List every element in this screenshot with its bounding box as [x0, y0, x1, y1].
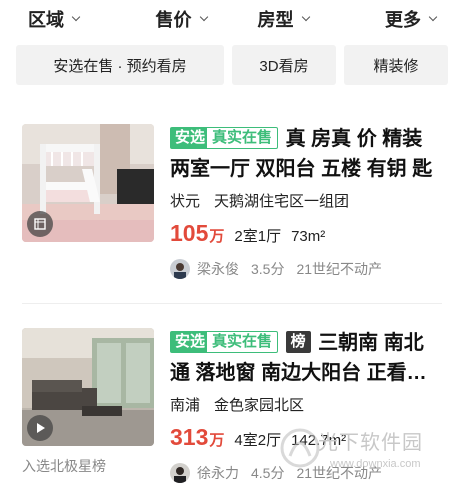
- filter-layout[interactable]: 房型: [232, 0, 334, 38]
- listing-info: 安选 真实在售 真 房真 价 精装 两室一厅 双阳台 五楼 有钥 匙 状元 天鹅湖住…: [170, 124, 445, 282]
- listing-price-row: 105 万 2室1厅 73m²: [170, 220, 445, 250]
- listing-title: 安选 真实在售 榜 三朝南 南北 通 落地窗 南边大阳台 正看…: [170, 328, 445, 388]
- listing-district: 状元: [170, 193, 201, 210]
- filter-area[interactable]: 区域: [0, 0, 130, 38]
- listing-community: 金色家园北区: [214, 397, 305, 414]
- filter-more[interactable]: 更多: [334, 0, 464, 38]
- quick-tag-3d[interactable]: 3D看房: [232, 45, 336, 85]
- filter-price-label: 售价: [155, 10, 192, 30]
- listing-price-unit: 万: [209, 432, 225, 449]
- play-icon[interactable]: [27, 415, 53, 441]
- badge-anxuan: 安选: [170, 127, 211, 149]
- avatar[interactable]: [170, 463, 190, 483]
- chevron-down-icon: [71, 12, 81, 21]
- chevron-down-icon: [301, 12, 310, 21]
- filter-bar: 区域 售价 房型 更多: [0, 0, 464, 38]
- listing-photo[interactable]: [22, 124, 154, 242]
- filter-more-label: 更多: [385, 10, 421, 30]
- filter-area-label: 区域: [28, 10, 64, 30]
- listing-photo[interactable]: [22, 328, 154, 446]
- agent-company: 21世纪不动产: [296, 261, 383, 277]
- listing-rooms: 2室1厅: [234, 228, 282, 245]
- listing-community: 天鹅湖住宅区一组团: [214, 193, 350, 210]
- quick-tag-anxuan[interactable]: 安选在售 · 预约看房: [16, 45, 224, 85]
- listing-price: 313: [170, 424, 209, 450]
- listing-district: 南浦: [170, 397, 201, 414]
- rank-note: 入选北极星榜: [22, 458, 106, 474]
- listing-location: 南浦 金色家园北区: [170, 394, 445, 416]
- listing-area: 73m²: [291, 228, 326, 245]
- agent-name: 徐永力: [197, 465, 239, 481]
- badge-rank: 榜: [285, 331, 311, 353]
- badge-anxuan: 安选: [170, 331, 211, 353]
- agent-score: 3.5分: [251, 261, 285, 277]
- chevron-down-icon: [428, 12, 438, 21]
- badge-real-sale: 真实在售: [206, 331, 279, 353]
- filter-layout-label: 房型: [257, 10, 294, 30]
- agent-name: 梁永俊: [197, 261, 239, 277]
- listing-location: 状元 天鹅湖住宅区一组团: [170, 190, 445, 212]
- filter-price[interactable]: 售价: [130, 0, 232, 38]
- watermark-text: 光下软件园: [318, 432, 423, 454]
- divider: [22, 303, 442, 304]
- quick-tag-bar: 安选在售 · 预约看房 3D看房 精装修: [16, 45, 448, 85]
- listing-price-unit: 万: [209, 228, 225, 245]
- chevron-down-icon: [199, 12, 208, 21]
- badge-real-sale: 真实在售: [206, 127, 279, 149]
- quick-tag-decorated[interactable]: 精装修: [344, 45, 448, 85]
- watermark-url: www.downxia.com: [330, 458, 421, 470]
- vr-cube-icon[interactable]: [27, 211, 53, 237]
- listing-card[interactable]: 安选 真实在售 真 房真 价 精装 两室一厅 双阳台 五楼 有钥 匙 状元 天鹅湖住…: [22, 124, 442, 294]
- listing-rooms: 4室2厅: [234, 432, 282, 449]
- avatar[interactable]: [170, 259, 190, 279]
- listing-title: 安选 真实在售 真 房真 价 精装 两室一厅 双阳台 五楼 有钥 匙: [170, 124, 445, 184]
- listing-price: 105: [170, 220, 209, 246]
- agent-row[interactable]: 梁永俊 3.5分 21世纪不动产: [170, 256, 445, 282]
